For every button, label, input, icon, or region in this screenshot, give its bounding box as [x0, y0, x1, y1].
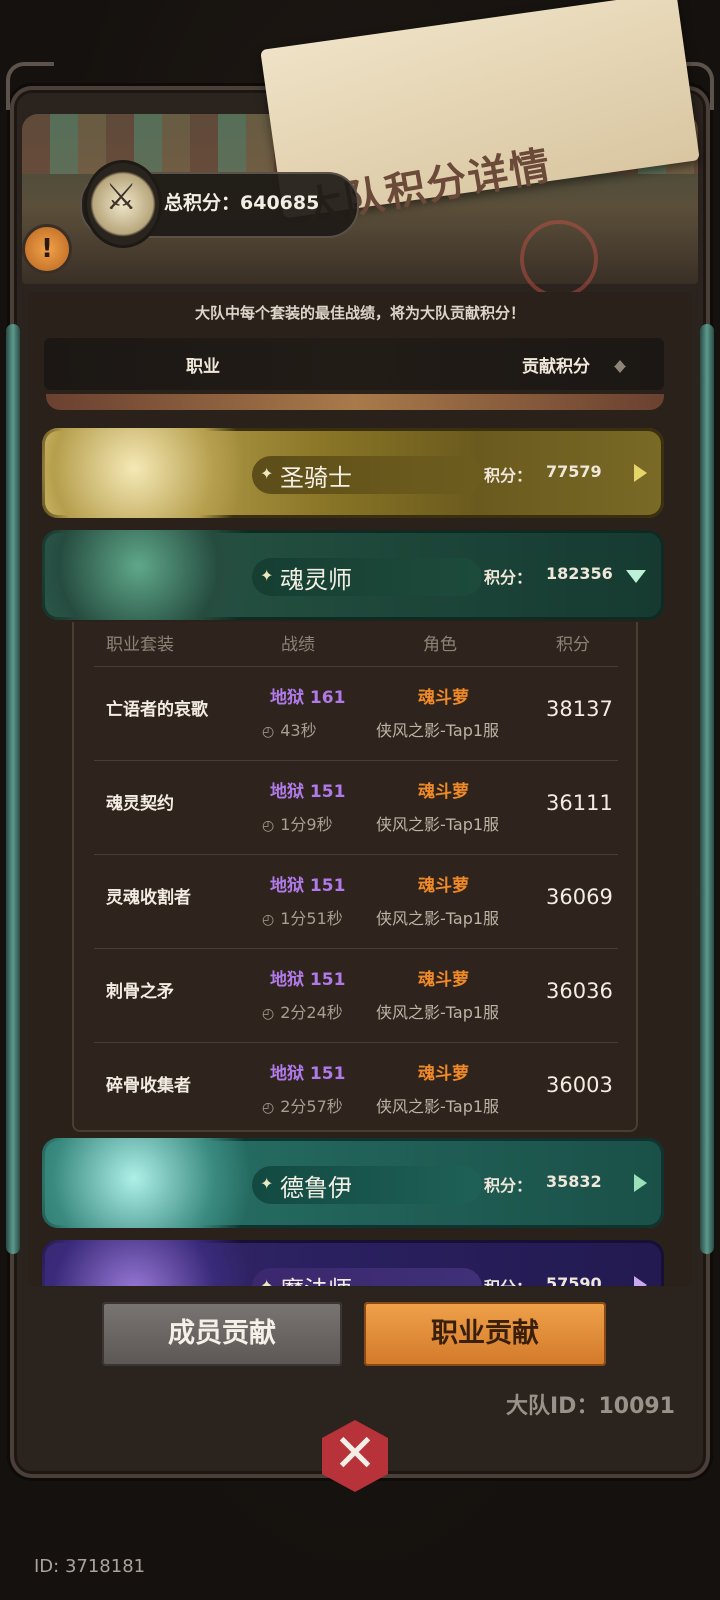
class-score-label: 积分： — [484, 568, 533, 587]
chevron-right-icon[interactable] — [634, 1174, 647, 1192]
stamp-icon — [520, 220, 598, 298]
clear-time: ◴ 2分57秒 — [262, 1097, 343, 1116]
header-record: 战绩 — [281, 635, 315, 655]
table-row: 亡语者的哀歌 地狱 161 ◴ 43秒 魂斗萝 侠风之影-Tap1服 38137 — [94, 666, 618, 760]
class-card-druid[interactable]: ✦ 德鲁伊 积分： 35832 — [42, 1138, 664, 1228]
clock-icon: ◴ — [262, 1100, 275, 1116]
set-name: 魂灵契约 — [106, 794, 174, 814]
team-id: 大队ID：10091 — [506, 1394, 675, 1419]
header-points: 积分 — [556, 635, 590, 655]
points: 36036 — [546, 979, 613, 1003]
level: 地狱 151 — [270, 782, 346, 802]
points: 36003 — [546, 1073, 613, 1097]
class-score-label: 积分： — [484, 1176, 533, 1195]
clock-icon: ◴ — [262, 724, 275, 740]
class-score: 57590 — [546, 1274, 602, 1286]
clear-time: ◴ 1分9秒 — [262, 815, 333, 834]
druid-portrait — [42, 1138, 272, 1228]
clear-time: ◴ 1分51秒 — [262, 909, 343, 928]
sort-icon[interactable] — [612, 352, 628, 376]
header-set: 职业套装 — [106, 635, 174, 655]
tab-member-contribution[interactable]: 成员贡献 — [102, 1302, 342, 1366]
sparkle-icon: ✦ — [260, 1174, 274, 1193]
level: 地狱 161 — [270, 688, 346, 708]
level: 地狱 151 — [270, 1064, 346, 1084]
server-name: 侠风之影-Tap1服 — [376, 815, 500, 834]
points: 36069 — [546, 885, 613, 909]
chevron-down-icon[interactable] — [626, 570, 646, 583]
paladin-portrait — [42, 428, 272, 518]
points: 36111 — [546, 791, 613, 815]
sparkle-icon: ✦ — [260, 1276, 274, 1286]
class-score: 77579 — [546, 462, 602, 481]
server-name: 侠风之影-Tap1服 — [376, 909, 500, 928]
clock-icon: ◴ — [262, 1006, 275, 1022]
set-name: 灵魂收割者 — [106, 888, 191, 908]
player-id: ID: 3718181 — [34, 1556, 146, 1577]
header-role: 角色 — [423, 635, 457, 655]
class-card-paladin[interactable]: ✦ 圣骑士 积分： 77579 — [42, 428, 664, 518]
set-name: 亡语者的哀歌 — [106, 700, 208, 720]
left-rail — [6, 324, 20, 1254]
class-score: 182356 — [546, 564, 613, 583]
column-header: 职业 贡献积分 — [44, 338, 664, 390]
mage-portrait — [42, 1240, 272, 1286]
clear-time: ◴ 43秒 — [262, 721, 317, 740]
tab-job-contribution[interactable]: 职业贡献 — [364, 1302, 606, 1366]
class-card-necromancer[interactable]: ✦ 魂灵师 积分： 182356 — [42, 530, 664, 620]
table-row: 灵魂收割者 地狱 151 ◴ 1分51秒 魂斗萝 侠风之影-Tap1服 36069 — [94, 854, 618, 948]
class-score: 35832 — [546, 1172, 602, 1191]
necromancer-portrait — [42, 530, 272, 620]
class-list[interactable]: ✦ 圣骑士 积分： 77579 ✦ 魂灵师 积分： 182356 职业套装 战绩… — [38, 394, 668, 1286]
column-job: 职业 — [186, 357, 220, 377]
server-name: 侠风之影-Tap1服 — [376, 1003, 500, 1022]
column-contribution[interactable]: 贡献积分 — [522, 352, 590, 377]
set-name: 碎骨收集者 — [106, 1076, 191, 1096]
points: 38137 — [546, 697, 613, 721]
total-score: 总积分：640685 — [164, 192, 320, 214]
class-name: 魂灵师 — [280, 566, 352, 594]
clock-icon: ◴ — [262, 912, 275, 928]
right-rail — [700, 324, 714, 1254]
detail-header: 职业套装 战绩 角色 积分 — [74, 626, 636, 666]
frame-corner-left — [6, 62, 54, 110]
level: 地狱 151 — [270, 970, 346, 990]
table-row: 刺骨之矛 地狱 151 ◴ 2分24秒 魂斗萝 侠风之影-Tap1服 36036 — [94, 948, 618, 1042]
chevron-right-icon[interactable] — [634, 1276, 647, 1286]
class-score-label: 积分： — [484, 1274, 532, 1286]
close-button[interactable]: ✕ — [316, 1414, 394, 1498]
class-name: 圣骑士 — [280, 464, 352, 492]
set-name: 刺骨之矛 — [106, 982, 174, 1002]
table-row: 碎骨收集者 地狱 151 ◴ 2分57秒 魂斗萝 侠风之影-Tap1服 36003 — [94, 1042, 618, 1136]
table-row: 魂灵契约 地狱 151 ◴ 1分9秒 魂斗萝 侠风之影-Tap1服 36111 — [94, 760, 618, 854]
class-card-mage[interactable]: ✦ 魔法师 积分： 57590 — [42, 1240, 664, 1286]
hint-text: 大队中每个套装的最佳战绩，将为大队贡献积分！ — [194, 304, 525, 322]
clear-time: ◴ 2分24秒 — [262, 1003, 343, 1022]
sparkle-icon: ✦ — [260, 566, 274, 585]
role-name: 魂斗萝 — [418, 1064, 469, 1084]
role-name: 魂斗萝 — [418, 876, 469, 896]
warning-icon[interactable]: ! — [22, 224, 72, 274]
class-name: 德鲁伊 — [280, 1174, 352, 1202]
server-name: 侠风之影-Tap1服 — [376, 1097, 500, 1116]
role-name: 魂斗萝 — [418, 688, 469, 708]
close-icon: ✕ — [333, 1424, 377, 1484]
role-name: 魂斗萝 — [418, 782, 469, 802]
sparkle-icon: ✦ — [260, 464, 274, 483]
role-name: 魂斗萝 — [418, 970, 469, 990]
server-name: 侠风之影-Tap1服 — [376, 721, 500, 740]
class-card-partial — [46, 394, 664, 410]
class-score-label: 积分： — [484, 466, 533, 485]
set-detail-table: 职业套装 战绩 角色 积分 亡语者的哀歌 地狱 161 ◴ 43秒 魂斗萝 侠风之… — [72, 622, 638, 1132]
medal-icon — [84, 160, 162, 248]
class-name: 魔法师 — [280, 1270, 352, 1286]
clock-icon: ◴ — [262, 818, 275, 834]
level: 地狱 151 — [270, 876, 346, 896]
chevron-right-icon[interactable] — [634, 464, 647, 482]
